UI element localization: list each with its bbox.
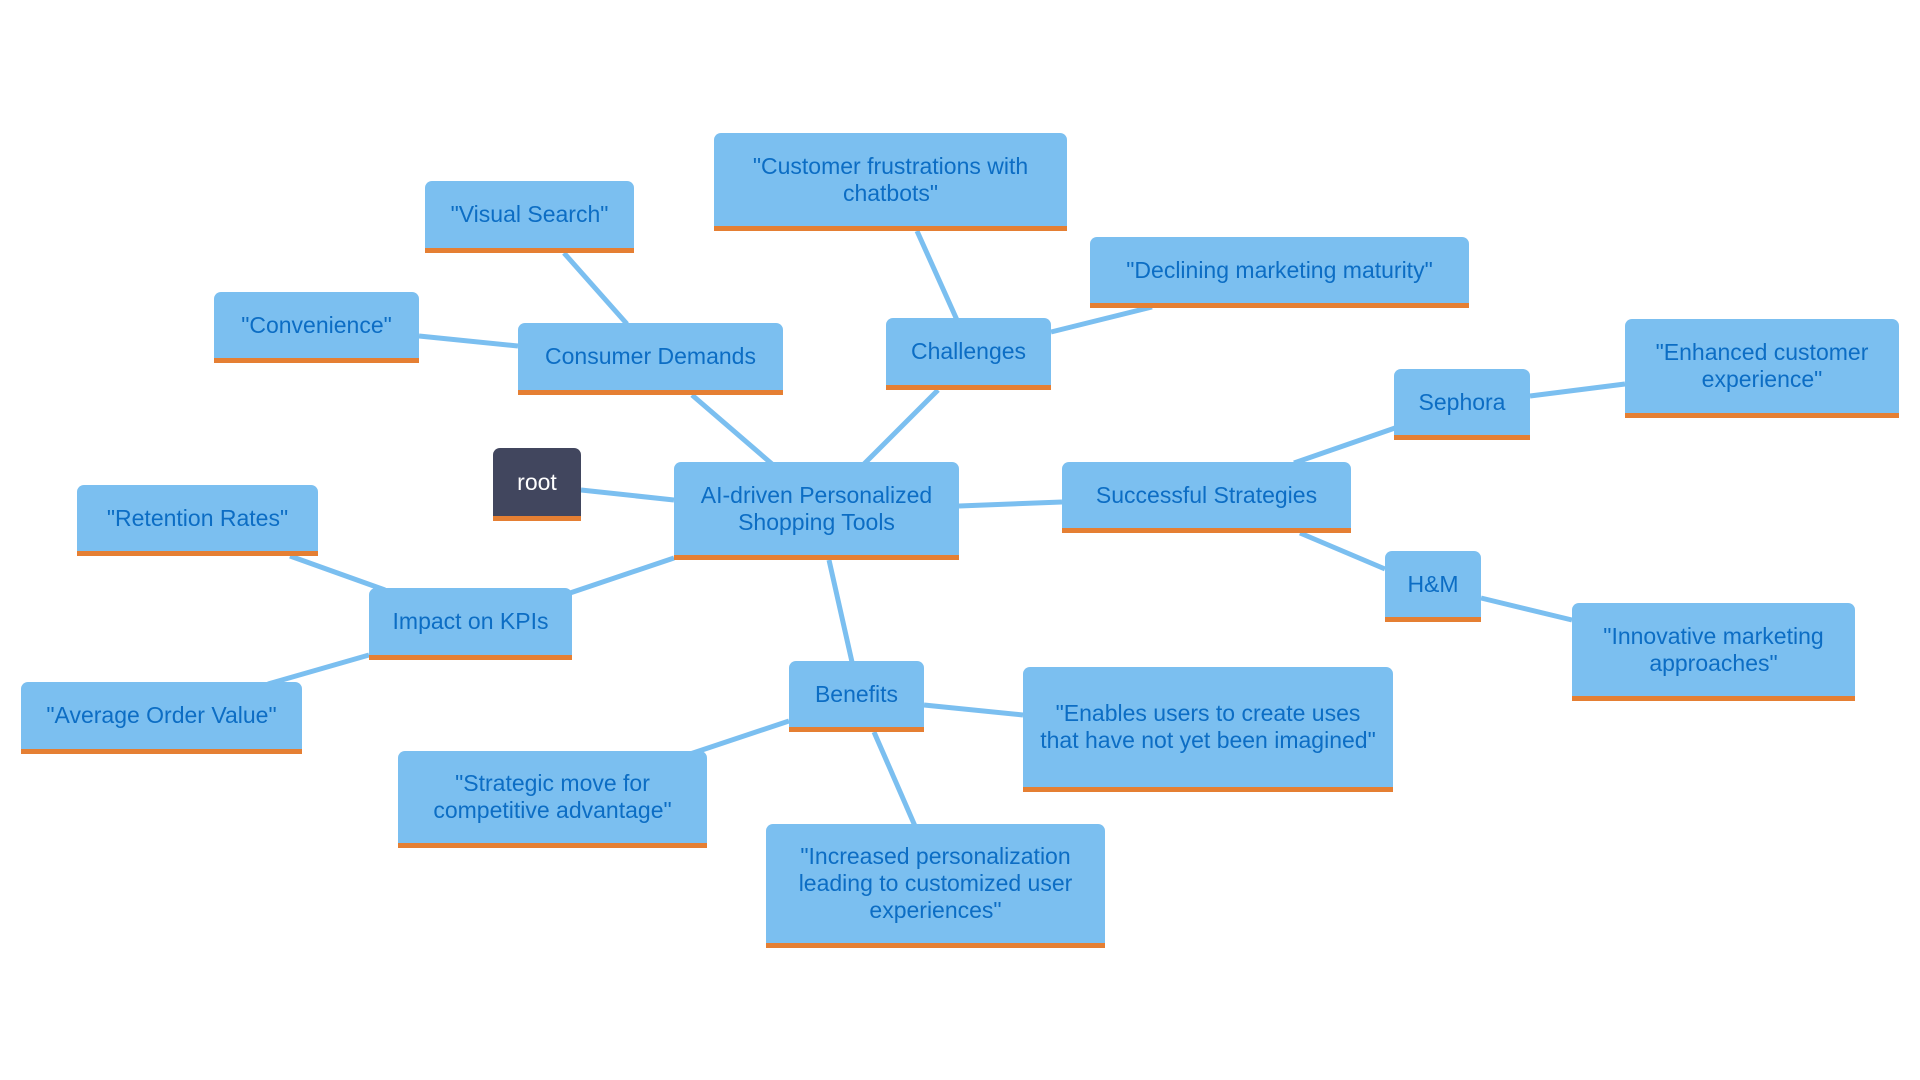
node-label: "Average Order Value" <box>46 702 277 728</box>
node-increased-personalization[interactable]: "Increased personalization leading to cu… <box>766 824 1105 948</box>
edge-central-benefits <box>826 559 855 663</box>
node-label: Benefits <box>814 680 899 707</box>
edge-successful-strategies-sephora <box>1293 425 1396 466</box>
node-label: "Declining marketing maturity" <box>1126 256 1433 283</box>
node-label: "Customer frustrations with chatbots" <box>752 152 1029 206</box>
node-impact-on-kpis[interactable]: Impact on KPIs <box>369 588 572 660</box>
node-enhanced-customer-experience[interactable]: "Enhanced customer experience" <box>1625 319 1899 418</box>
node-label: Successful Strategies <box>1095 481 1318 508</box>
node-strategic-move[interactable]: "Strategic move for competitive advantag… <box>398 751 707 848</box>
node-label: "Convenience" <box>241 311 392 338</box>
node-label: "Retention Rates" <box>106 504 289 531</box>
edge-consumer-demands-visual-search <box>562 251 629 326</box>
node-label: Challenges <box>910 338 1027 364</box>
edge-hm-innovative-marketing <box>1480 595 1573 623</box>
edge-root-central <box>580 487 675 503</box>
node-label: AI-driven Personalized Shopping Tools <box>700 481 933 535</box>
node-declining-marketing-maturity[interactable]: "Declining marketing maturity" <box>1090 237 1469 308</box>
node-sephora[interactable]: Sephora <box>1394 369 1530 440</box>
node-label: Consumer Demands <box>545 343 756 369</box>
node-root[interactable]: root <box>493 448 581 521</box>
node-convenience[interactable]: "Convenience" <box>214 292 419 363</box>
node-label: Impact on KPIs <box>392 608 549 634</box>
node-label: "Strategic move for competitive advantag… <box>433 770 672 823</box>
node-average-order-value[interactable]: "Average Order Value" <box>21 682 302 754</box>
node-hm[interactable]: H&M <box>1385 551 1481 622</box>
node-label: root <box>517 468 557 495</box>
node-label: H&M <box>1407 570 1459 597</box>
node-enables-users[interactable]: "Enables users to create uses that have … <box>1023 667 1393 792</box>
node-innovative-marketing[interactable]: "Innovative marketing approaches" <box>1572 603 1855 701</box>
node-visual-search[interactable]: "Visual Search" <box>425 181 634 253</box>
edge-benefits-strategic-move <box>689 718 790 757</box>
edge-sephora-enhanced-experience <box>1529 381 1626 399</box>
edge-challenges-customer-frustrations <box>914 229 960 322</box>
node-consumer-demands[interactable]: Consumer Demands <box>518 323 783 395</box>
edge-impact-kpis-average-order-value <box>267 652 370 687</box>
node-successful-strategies[interactable]: Successful Strategies <box>1062 462 1351 533</box>
node-label: "Innovative marketing approaches" <box>1603 622 1824 676</box>
node-label: Sephora <box>1418 388 1506 415</box>
edge-central-successful-strategies <box>958 499 1063 509</box>
edge-successful-strategies-hm <box>1299 530 1386 572</box>
edge-central-impact-kpis <box>569 555 675 596</box>
node-central-topic[interactable]: AI-driven Personalized Shopping Tools <box>674 462 959 560</box>
node-retention-rates[interactable]: "Retention Rates" <box>77 485 318 556</box>
edge-central-consumer-demands <box>690 393 774 466</box>
edge-benefits-enables-users <box>923 702 1024 718</box>
edge-impact-kpis-retention-rates <box>289 553 386 593</box>
edge-challenges-declining-maturity <box>1050 304 1153 335</box>
edge-consumer-demands-convenience <box>418 333 519 349</box>
node-label: "Visual Search" <box>450 201 609 227</box>
node-customer-frustrations[interactable]: "Customer frustrations with chatbots" <box>714 133 1067 231</box>
edge-benefits-increased-personalization <box>871 731 918 827</box>
node-label: "Enhanced customer experience" <box>1655 339 1869 392</box>
node-label: "Enables users to create uses that have … <box>1040 700 1376 753</box>
node-benefits[interactable]: Benefits <box>789 661 924 732</box>
edge-central-challenges <box>862 388 940 466</box>
node-challenges[interactable]: Challenges <box>886 318 1051 390</box>
node-label: "Increased personalization leading to cu… <box>798 843 1073 923</box>
